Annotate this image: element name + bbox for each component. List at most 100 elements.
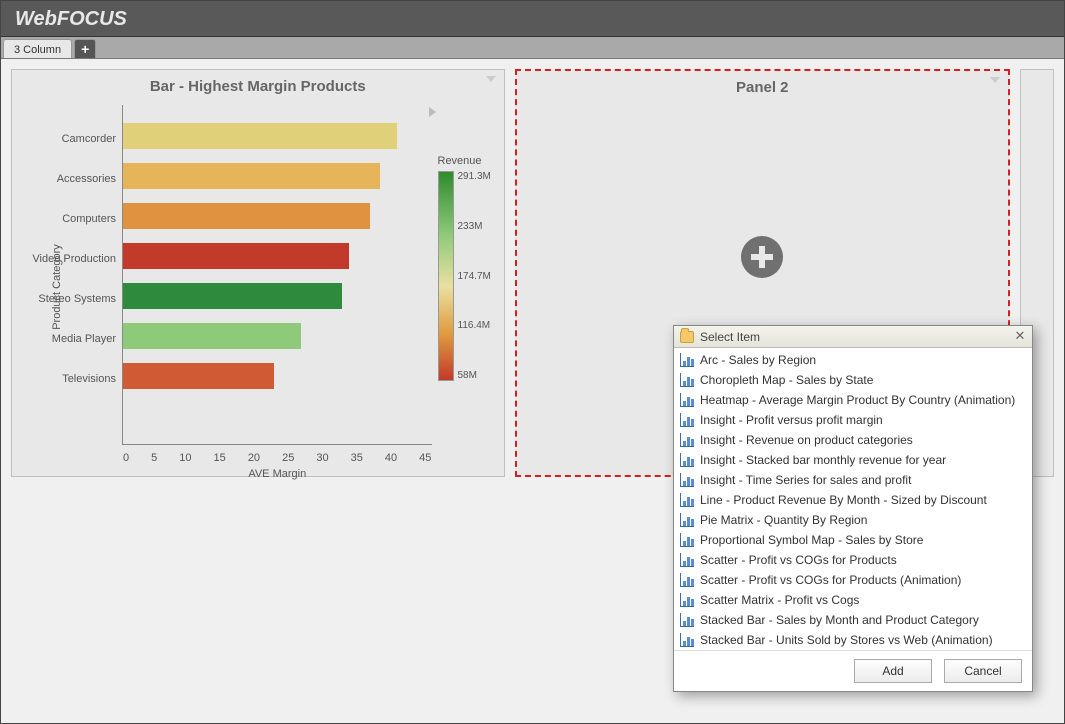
panel-1-menu-icon[interactable]	[486, 76, 496, 82]
app-title: WebFOCUS	[15, 8, 127, 30]
list-item[interactable]: Insight - Profit versus profit margin	[674, 410, 1032, 430]
bar-row	[123, 203, 432, 243]
category-label: Televisions	[12, 370, 116, 410]
bar-row	[123, 323, 432, 363]
list-item[interactable]: Choropleth Map - Sales by State	[674, 370, 1032, 390]
chart-icon	[680, 533, 694, 547]
list-item[interactable]: Stacked Bar - Sales by Month and Product…	[674, 610, 1032, 630]
x-ticks: 051015202530354045	[123, 452, 432, 464]
list-item[interactable]: Insight - Stacked bar monthly revenue fo…	[674, 450, 1032, 470]
x-tick: 25	[282, 452, 294, 464]
list-item-label: Insight - Profit versus profit margin	[700, 411, 883, 429]
chart-icon	[680, 593, 694, 607]
y-category-labels: CamcorderAccessoriesComputersVideo Produ…	[12, 105, 122, 469]
cancel-button[interactable]: Cancel	[944, 659, 1022, 683]
add-button[interactable]: Add	[854, 659, 932, 683]
app-header: WebFOCUS	[1, 1, 1064, 37]
color-legend: Revenue 291.3M233M174.7M116.4M58M	[438, 105, 498, 469]
list-item-label: Scatter - Profit vs COGs for Products	[700, 551, 897, 569]
panel-2-title: Panel 2	[517, 71, 1009, 100]
list-item-label: Heatmap - Average Margin Product By Coun…	[700, 391, 1015, 409]
list-item[interactable]: Scatter - Profit vs COGs for Products	[674, 550, 1032, 570]
chart-icon	[680, 633, 694, 647]
panel-2-menu-icon[interactable]	[990, 77, 1000, 83]
list-item[interactable]: Scatter - Profit vs COGs for Products (A…	[674, 570, 1032, 590]
list-item-label: Insight - Revenue on product categories	[700, 431, 913, 449]
list-item-label: Proportional Symbol Map - Sales by Store	[700, 531, 923, 549]
x-tick: 30	[316, 452, 328, 464]
list-item[interactable]: Line - Product Revenue By Month - Sized …	[674, 490, 1032, 510]
chart-icon	[680, 433, 694, 447]
list-item-label: Arc - Sales by Region	[700, 351, 816, 369]
chart-icon	[680, 413, 694, 427]
layout-tabs: 3 Column +	[1, 37, 1064, 59]
bar-row	[123, 283, 432, 323]
chart-icon	[680, 373, 694, 387]
list-item-label: Stacked Bar - Units Sold by Stores vs We…	[700, 631, 993, 649]
tab-3-column[interactable]: 3 Column	[3, 39, 72, 58]
chart-icon	[680, 553, 694, 567]
category-label: Accessories	[12, 170, 116, 210]
x-tick: 40	[385, 452, 397, 464]
bar-row	[123, 363, 432, 403]
list-item[interactable]: Insight - Time Series for sales and prof…	[674, 470, 1032, 490]
list-item-label: Scatter Matrix - Profit vs Cogs	[700, 591, 859, 609]
chart-icon	[680, 613, 694, 627]
list-item-label: Stacked Bar - Sales by Month and Product…	[700, 611, 979, 629]
bar[interactable]	[123, 363, 274, 389]
panel-1-title: Bar - Highest Margin Products	[12, 70, 504, 99]
list-item[interactable]: Pie Matrix - Quantity By Region	[674, 510, 1032, 530]
bar-row	[123, 123, 432, 163]
bar[interactable]	[123, 243, 349, 269]
legend-scale	[438, 171, 454, 381]
category-label: Stereo Systems	[12, 290, 116, 330]
item-list[interactable]: Arc - Sales by RegionChoropleth Map - Sa…	[674, 348, 1032, 650]
bar[interactable]	[123, 283, 342, 309]
chart-icon	[680, 513, 694, 527]
x-tick: 20	[248, 452, 260, 464]
chart-icon	[680, 493, 694, 507]
category-label: Video Production	[12, 250, 116, 290]
bar-row	[123, 163, 432, 203]
folder-icon	[680, 331, 694, 343]
legend-title: Revenue	[438, 155, 498, 167]
bar[interactable]	[123, 203, 370, 229]
select-item-dialog: Select Item ✕ Arc - Sales by RegionChoro…	[673, 325, 1033, 692]
list-item-label: Scatter - Profit vs COGs for Products (A…	[700, 571, 961, 589]
list-item[interactable]: Scatter Matrix - Profit vs Cogs	[674, 590, 1032, 610]
category-label: Media Player	[12, 330, 116, 370]
chart-icon	[680, 393, 694, 407]
x-tick: 45	[419, 452, 431, 464]
list-item-label: Insight - Time Series for sales and prof…	[700, 471, 911, 489]
list-item[interactable]: Insight - Revenue on product categories	[674, 430, 1032, 450]
dialog-header[interactable]: Select Item ✕	[674, 326, 1032, 348]
x-tick: 15	[214, 452, 226, 464]
bar[interactable]	[123, 123, 397, 149]
chart-icon	[680, 473, 694, 487]
category-label: Computers	[12, 210, 116, 250]
x-tick: 0	[123, 452, 129, 464]
tab-add[interactable]: +	[74, 39, 96, 58]
chart: Product Category CamcorderAccessoriesCom…	[12, 99, 504, 475]
legend-stop: 58M	[458, 370, 491, 381]
legend-stop: 291.3M	[458, 171, 491, 182]
list-item[interactable]: Proportional Symbol Map - Sales by Store	[674, 530, 1032, 550]
y-axis-label: Product Category	[51, 244, 63, 330]
legend-stop: 233M	[458, 221, 491, 232]
list-item[interactable]: Heatmap - Average Margin Product By Coun…	[674, 390, 1032, 410]
list-item[interactable]: Stacked Bar - Units Sold by Stores vs We…	[674, 630, 1032, 650]
dialog-title: Select Item	[700, 330, 760, 344]
scroll-right-icon[interactable]	[429, 107, 436, 117]
close-icon[interactable]: ✕	[1012, 329, 1028, 345]
bar[interactable]	[123, 323, 301, 349]
x-tick: 10	[179, 452, 191, 464]
list-item-label: Pie Matrix - Quantity By Region	[700, 511, 867, 529]
chart-icon	[680, 573, 694, 587]
list-item[interactable]: Arc - Sales by Region	[674, 350, 1032, 370]
bars-area: 051015202530354045 AVE Margin	[122, 105, 432, 445]
bar[interactable]	[123, 163, 380, 189]
list-item-label: Line - Product Revenue By Month - Sized …	[700, 491, 987, 509]
x-axis-label: AVE Margin	[123, 468, 432, 480]
add-content-button[interactable]	[741, 236, 783, 278]
legend-stop: 174.7M	[458, 271, 491, 282]
